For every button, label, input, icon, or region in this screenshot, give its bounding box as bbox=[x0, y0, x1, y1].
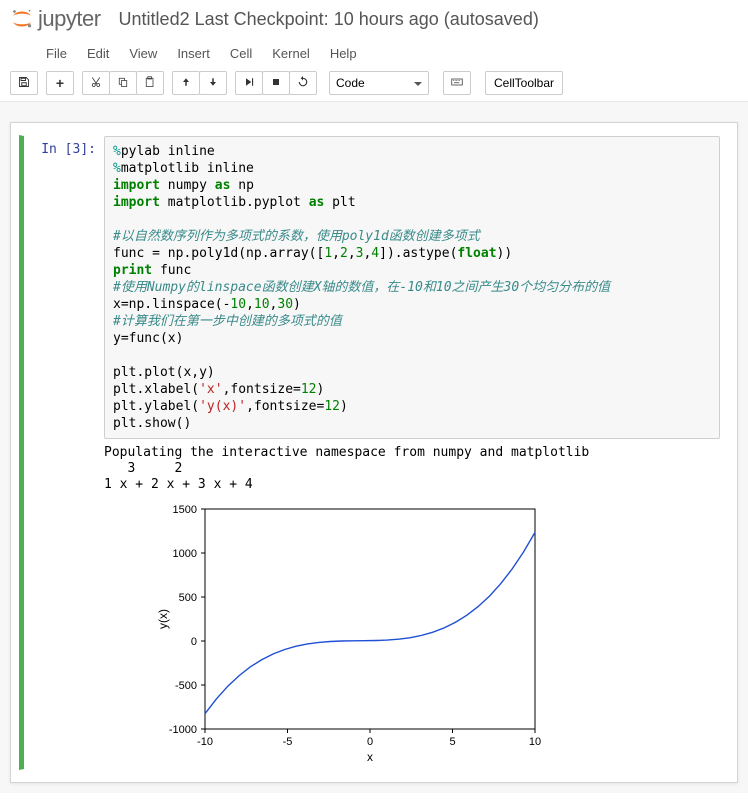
cell-type-selected: Code bbox=[336, 76, 365, 90]
svg-text:-5: -5 bbox=[283, 736, 293, 748]
menu-insert[interactable]: Insert bbox=[177, 46, 210, 61]
menubar: File Edit View Insert Cell Kernel Help bbox=[0, 36, 748, 67]
svg-text:1500: 1500 bbox=[173, 504, 197, 516]
save-icon bbox=[18, 76, 30, 91]
svg-text:500: 500 bbox=[179, 592, 197, 604]
code-input[interactable]: %pylab inline %matplotlib inline import … bbox=[104, 136, 720, 439]
copy-button[interactable] bbox=[109, 71, 137, 95]
svg-text:0: 0 bbox=[191, 636, 197, 648]
menu-help[interactable]: Help bbox=[330, 46, 357, 61]
cell-toolbar-button[interactable]: CellToolbar bbox=[485, 71, 563, 95]
notebook-container: In [3]: %pylab inline %matplotlib inline… bbox=[0, 102, 748, 793]
restart-button[interactable] bbox=[289, 71, 317, 95]
menu-view[interactable]: View bbox=[129, 46, 157, 61]
paste-button[interactable] bbox=[136, 71, 164, 95]
svg-text:y(x): y(x) bbox=[156, 609, 170, 629]
svg-text:-1000: -1000 bbox=[169, 724, 197, 736]
copy-icon bbox=[117, 76, 129, 91]
move-down-button[interactable] bbox=[199, 71, 227, 95]
stop-icon bbox=[270, 76, 282, 91]
restart-icon bbox=[297, 76, 309, 91]
add-cell-button[interactable]: + bbox=[46, 71, 74, 95]
arrow-down-icon bbox=[207, 76, 219, 91]
menu-edit[interactable]: Edit bbox=[87, 46, 109, 61]
code-cell[interactable]: In [3]: %pylab inline %matplotlib inline… bbox=[19, 135, 729, 770]
arrow-up-icon bbox=[180, 76, 192, 91]
svg-text:-500: -500 bbox=[175, 680, 197, 692]
svg-text:-10: -10 bbox=[197, 736, 213, 748]
cut-button[interactable] bbox=[82, 71, 110, 95]
paste-icon bbox=[144, 76, 156, 91]
svg-text:10: 10 bbox=[529, 736, 541, 748]
notebook-title[interactable]: Untitled2 bbox=[119, 9, 190, 29]
svg-text:5: 5 bbox=[449, 736, 455, 748]
output-chart: -10 -5 0 5 10 -1000 -500 0 500 1000 1500 x y(x) bbox=[150, 499, 720, 769]
jupyter-logo-text: jupyter bbox=[38, 6, 101, 32]
checkpoint-text: Last Checkpoint: 10 hours ago (autosaved… bbox=[195, 9, 539, 29]
output-text: Populating the interactive namespace fro… bbox=[104, 439, 720, 497]
svg-text:x: x bbox=[367, 750, 373, 764]
cut-icon bbox=[90, 76, 102, 91]
plus-icon: + bbox=[56, 75, 64, 91]
cell-toolbar-label: CellToolbar bbox=[494, 76, 554, 90]
menu-cell[interactable]: Cell bbox=[230, 46, 252, 61]
header: jupyter Untitled2 Last Checkpoint: 10 ho… bbox=[0, 0, 748, 36]
menu-kernel[interactable]: Kernel bbox=[272, 46, 310, 61]
save-button[interactable] bbox=[10, 71, 38, 95]
menu-file[interactable]: File bbox=[46, 46, 67, 61]
toolbar: + bbox=[0, 67, 748, 102]
jupyter-icon bbox=[10, 7, 34, 31]
svg-text:1000: 1000 bbox=[173, 548, 197, 560]
command-palette-button[interactable] bbox=[443, 71, 471, 95]
move-up-button[interactable] bbox=[172, 71, 200, 95]
keyboard-icon bbox=[451, 76, 463, 91]
run-step-icon bbox=[243, 76, 255, 91]
run-step-button[interactable] bbox=[235, 71, 263, 95]
cell-type-select[interactable]: Code bbox=[329, 71, 429, 95]
input-prompt: In [3]: bbox=[24, 136, 104, 769]
svg-text:0: 0 bbox=[367, 736, 373, 748]
jupyter-logo[interactable]: jupyter bbox=[10, 6, 101, 32]
interrupt-button[interactable] bbox=[262, 71, 290, 95]
